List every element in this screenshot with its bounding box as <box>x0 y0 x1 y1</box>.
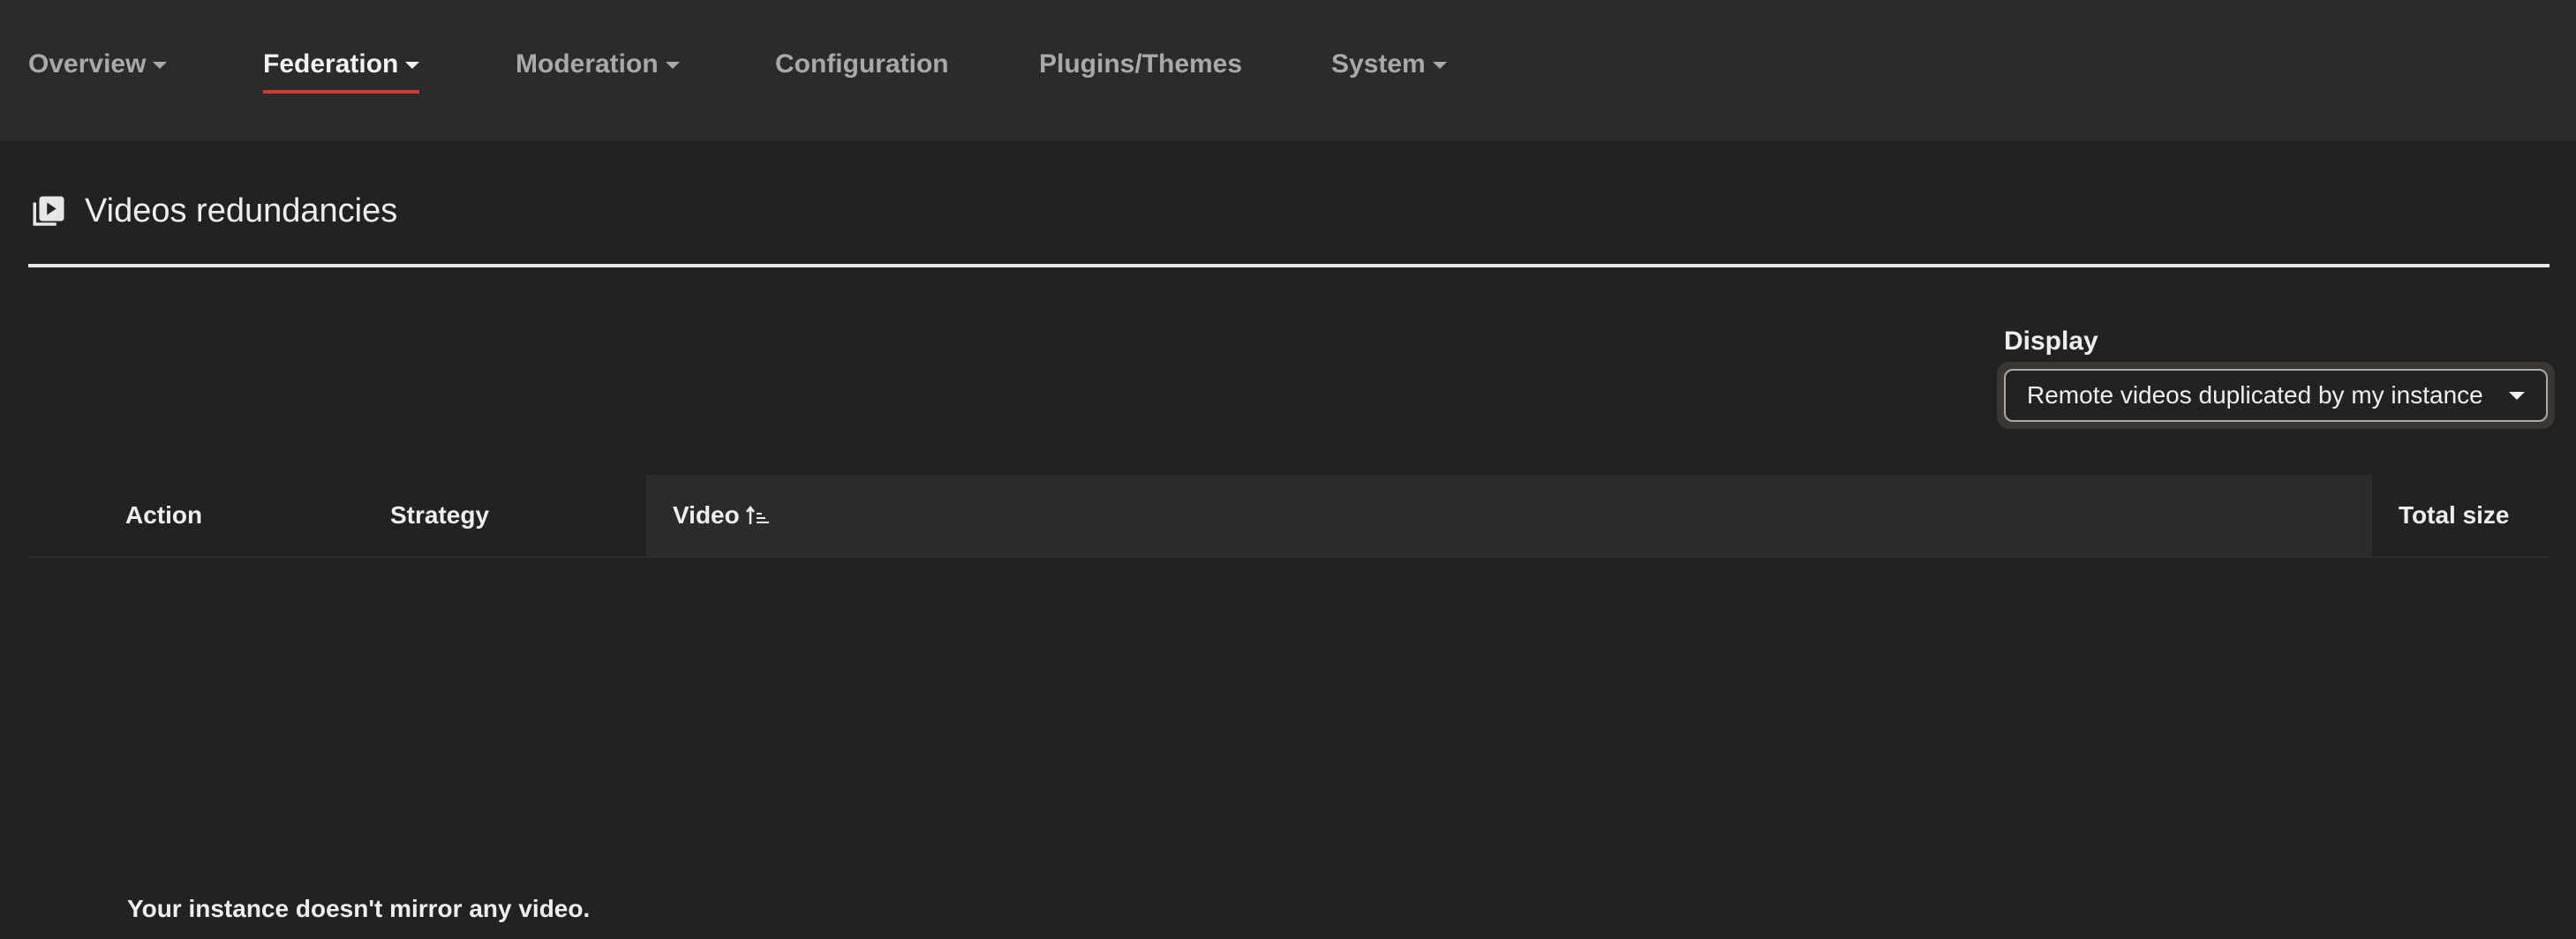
title-divider <box>28 264 2550 267</box>
empty-message: Your instance doesn't mirror any video. <box>127 895 591 922</box>
column-action: Action <box>125 501 203 529</box>
nav-federation[interactable]: Federation <box>263 49 420 94</box>
caret-down-icon <box>2509 391 2525 400</box>
display-label: Display <box>2004 327 2098 356</box>
column-total-size: Total size <box>2399 501 2510 529</box>
nav-overview[interactable]: Overview <box>28 49 168 79</box>
nav-label: Federation <box>263 49 399 79</box>
nav-label: Plugins/Themes <box>1039 49 1243 79</box>
nav-label: Overview <box>28 49 147 79</box>
nav-label: System <box>1331 49 1426 79</box>
table-header: Action Strategy Video Total size <box>28 475 2550 558</box>
display-select-value: Remote videos duplicated by my instance <box>2027 381 2483 409</box>
caret-down-icon <box>665 62 680 70</box>
nav-plugins-themes[interactable]: Plugins/Themes <box>1039 49 1242 79</box>
caret-down-icon <box>1432 62 1447 70</box>
nav-label: Moderation <box>516 49 659 79</box>
column-strategy: Strategy <box>390 501 490 529</box>
admin-nav: Overview Federation Moderation Configura… <box>0 0 2576 141</box>
nav-system[interactable]: System <box>1331 49 1447 79</box>
column-video[interactable]: Video <box>646 475 2372 556</box>
page-title: Videos redundancies <box>30 192 397 230</box>
display-select[interactable]: Remote videos duplicated by my instance <box>1997 362 2555 429</box>
nav-moderation[interactable]: Moderation <box>516 49 680 79</box>
column-video-label: Video <box>673 501 740 529</box>
caret-down-icon <box>153 62 168 70</box>
video-library-icon <box>33 196 64 226</box>
page-title-text: Videos redundancies <box>85 192 398 229</box>
nav-label: Configuration <box>775 49 949 79</box>
nav-configuration[interactable]: Configuration <box>775 49 949 79</box>
caret-down-icon <box>405 62 420 70</box>
display-select-box[interactable]: Remote videos duplicated by my instance <box>2004 369 2548 422</box>
sort-ascending-icon <box>745 505 769 524</box>
